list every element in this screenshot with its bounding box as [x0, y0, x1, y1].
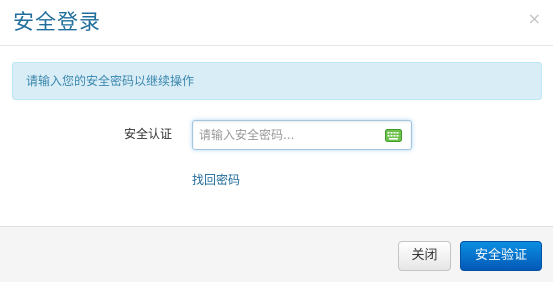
security-verify-button[interactable]: 安全验证: [460, 241, 542, 271]
dialog-footer: 关闭 安全验证: [0, 226, 553, 282]
password-input[interactable]: [199, 121, 377, 149]
forgot-password-link[interactable]: 找回密码: [192, 172, 240, 188]
close-button[interactable]: 关闭: [398, 241, 451, 271]
security-auth-label: 安全认证: [123, 127, 172, 141]
secure-login-dialog: 安全登录 × 请输入您的安全密码以继续操作 安全认证 找回密码 关闭 安全验证: [0, 0, 553, 282]
dialog-title: 安全登录: [13, 10, 101, 34]
password-field[interactable]: [192, 120, 412, 150]
dialog-header: 安全登录 ×: [0, 0, 553, 46]
close-icon[interactable]: ×: [528, 10, 541, 28]
info-alert: 请输入您的安全密码以继续操作: [12, 62, 542, 100]
keyboard-icon[interactable]: [385, 129, 402, 142]
